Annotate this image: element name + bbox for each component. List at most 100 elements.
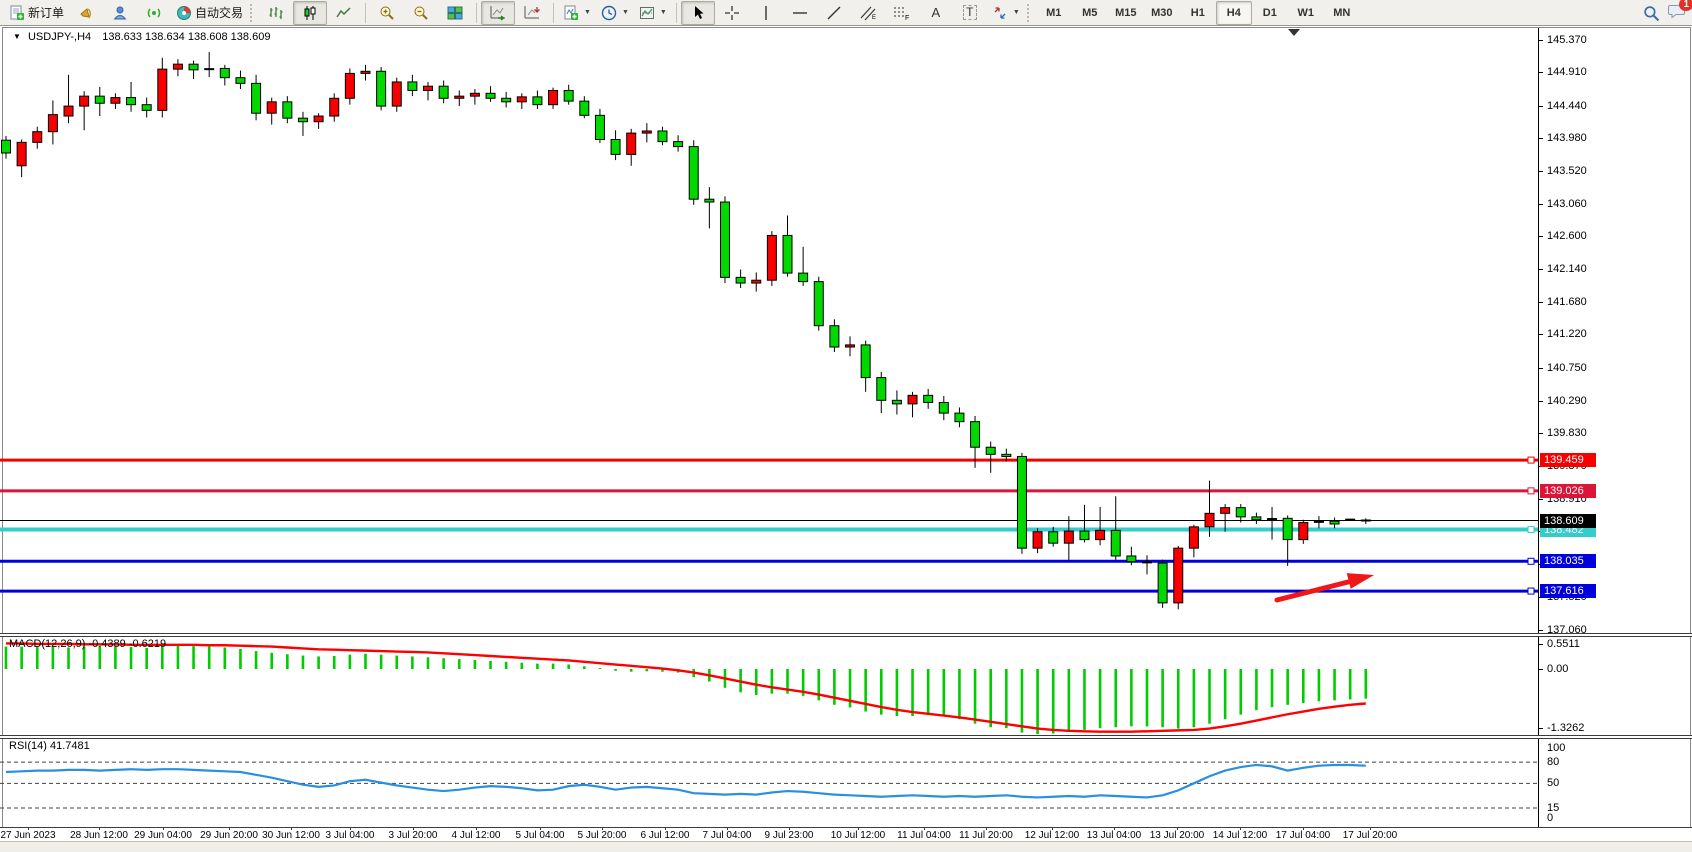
candle-up bbox=[1064, 531, 1073, 543]
time-axis-label: 13 Jul 04:00 bbox=[1087, 830, 1142, 841]
time-axis-tick bbox=[665, 827, 666, 830]
candle-up bbox=[517, 97, 526, 102]
candle-down bbox=[924, 395, 933, 402]
time-axis-label: 29 Jun 04:00 bbox=[134, 830, 192, 841]
candle-down bbox=[1283, 518, 1292, 539]
price-axis-tick bbox=[1538, 368, 1543, 369]
candle-down bbox=[377, 71, 386, 106]
price-axis-tick bbox=[1538, 269, 1543, 270]
candle-down bbox=[252, 83, 261, 113]
candle-down bbox=[1080, 531, 1089, 540]
price-axis-label: 143.060 bbox=[1547, 199, 1587, 210]
line-handle[interactable] bbox=[1528, 457, 1534, 463]
price-axis-label: 142.600 bbox=[1547, 231, 1587, 242]
candle-down bbox=[877, 378, 886, 401]
time-axis-label: 5 Jul 20:00 bbox=[578, 830, 627, 841]
candle-down bbox=[971, 422, 980, 448]
candle-down bbox=[533, 97, 542, 105]
candle-down bbox=[127, 98, 136, 105]
candle-up bbox=[549, 90, 558, 104]
trend-arrow-annotation[interactable] bbox=[1277, 573, 1374, 600]
time-axis-label: 28 Jun 12:00 bbox=[70, 830, 128, 841]
time-axis-tick bbox=[858, 827, 859, 830]
candle-up bbox=[1096, 530, 1105, 539]
time-axis-tick bbox=[229, 827, 230, 830]
price-axis-label: 144.440 bbox=[1547, 101, 1587, 112]
candle-down bbox=[799, 273, 808, 282]
current-price-label-box: 138.609 bbox=[1540, 514, 1596, 528]
candle-up bbox=[752, 280, 761, 283]
one-click-trading-toggle[interactable]: ▼ bbox=[13, 32, 21, 41]
price-label-box-137.616[interactable]: 137.616 bbox=[1540, 584, 1596, 598]
candle-down bbox=[861, 345, 870, 378]
candle-down bbox=[142, 105, 151, 111]
time-axis-tick bbox=[540, 827, 541, 830]
time-axis-tick bbox=[1303, 827, 1304, 830]
macd-panel-separator[interactable] bbox=[0, 633, 1692, 637]
price-axis-tick bbox=[1538, 334, 1543, 335]
price-axis-tick bbox=[1538, 72, 1543, 73]
time-axis-tick bbox=[789, 827, 790, 830]
candle-up bbox=[173, 64, 182, 69]
candle-down bbox=[814, 282, 823, 326]
chart-shift-marker[interactable] bbox=[1288, 29, 1300, 36]
candle-up bbox=[1033, 532, 1042, 548]
price-label-box-139.026[interactable]: 139.026 bbox=[1540, 484, 1596, 498]
candle-up bbox=[767, 235, 776, 280]
time-axis-tick bbox=[1370, 827, 1371, 830]
price-axis-label: 140.750 bbox=[1547, 363, 1587, 374]
line-handle[interactable] bbox=[1528, 488, 1534, 494]
macd-axis-label: 0.00 bbox=[1547, 664, 1568, 675]
candle-down bbox=[658, 131, 667, 142]
time-axis-label: 29 Jun 20:00 bbox=[200, 830, 258, 841]
rsi-panel bbox=[0, 762, 1538, 808]
candle-down bbox=[283, 102, 292, 118]
candle-down bbox=[95, 96, 104, 103]
candle-down bbox=[736, 277, 745, 283]
time-axis-tick bbox=[163, 827, 164, 830]
time-axis-tick bbox=[1052, 827, 1053, 830]
time-axis-label: 12 Jul 12:00 bbox=[1025, 830, 1080, 841]
candle-down bbox=[408, 82, 417, 91]
macd-indicator-label: MACD(12,26,9) -0.4389 -0.6219 bbox=[9, 638, 166, 650]
rsi-axis-label: 50 bbox=[1547, 778, 1559, 789]
candle-down bbox=[830, 326, 839, 347]
chart-symbol-period: USDJPY-,H4 bbox=[28, 31, 91, 43]
candle-down bbox=[220, 68, 229, 77]
candle-down bbox=[595, 115, 604, 139]
chart-canvas[interactable] bbox=[0, 0, 1692, 852]
candle-up bbox=[361, 71, 370, 73]
rsi-axis-label: 0 bbox=[1547, 813, 1553, 824]
price-axis-label: 145.370 bbox=[1547, 35, 1587, 46]
time-axis-label: 27 Jun 2023 bbox=[0, 830, 55, 841]
candle-up bbox=[17, 142, 26, 165]
candle-down bbox=[502, 98, 511, 102]
rsi-panel-separator[interactable] bbox=[0, 735, 1692, 739]
time-axis-label: 11 Jul 04:00 bbox=[897, 830, 951, 841]
candle-down bbox=[1330, 521, 1339, 524]
price-axis-tick bbox=[1538, 499, 1543, 500]
price-axis-tick bbox=[1538, 204, 1543, 205]
time-axis-label: 10 Jul 12:00 bbox=[831, 830, 886, 841]
candle-down bbox=[2, 140, 11, 153]
candle-down bbox=[674, 142, 683, 147]
candle-up bbox=[627, 133, 636, 154]
candle-down bbox=[705, 199, 714, 202]
price-axis-tick bbox=[1538, 433, 1543, 434]
time-axis-label: 6 Jul 12:00 bbox=[641, 830, 690, 841]
price-axis-label: 141.680 bbox=[1547, 297, 1587, 308]
line-handle[interactable] bbox=[1528, 588, 1534, 594]
candle-down bbox=[783, 235, 792, 273]
candle-up bbox=[642, 131, 651, 133]
price-axis-label: 143.520 bbox=[1547, 166, 1587, 177]
price-axis-tick bbox=[1538, 106, 1543, 107]
price-label-box-138.035[interactable]: 138.035 bbox=[1540, 554, 1596, 568]
line-handle[interactable] bbox=[1528, 558, 1534, 564]
time-axis-label: 13 Jul 20:00 bbox=[1150, 830, 1205, 841]
price-axis-label: 140.290 bbox=[1547, 396, 1587, 407]
candle-down bbox=[580, 101, 589, 115]
time-axis-tick bbox=[291, 827, 292, 830]
line-handle[interactable] bbox=[1528, 527, 1534, 533]
price-label-box-139.459[interactable]: 139.459 bbox=[1540, 453, 1596, 467]
candles-layer bbox=[2, 52, 1371, 609]
